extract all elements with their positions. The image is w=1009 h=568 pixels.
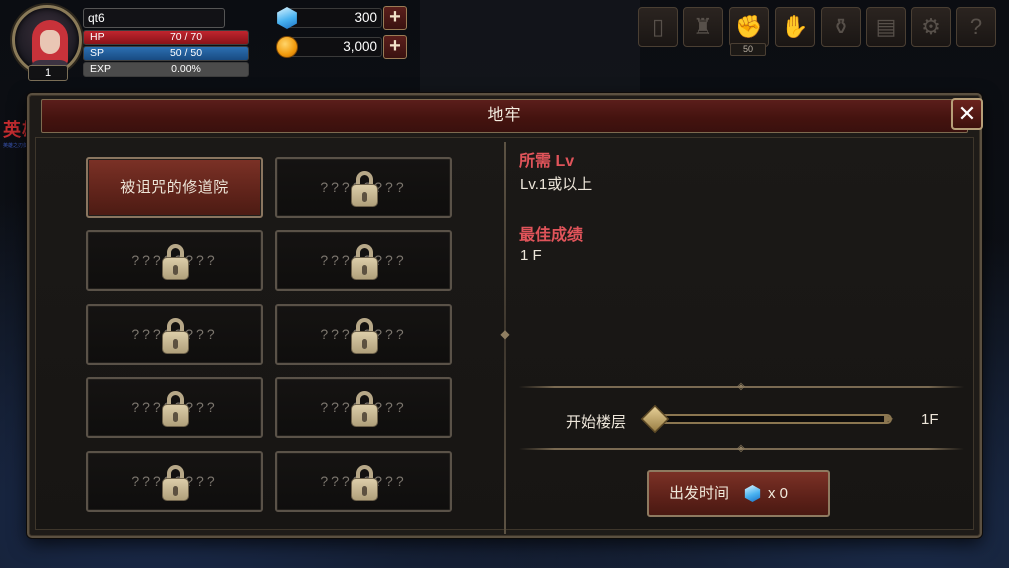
padlock-icon: [351, 244, 378, 280]
start-floor-label: 开始楼层: [566, 414, 627, 431]
gear-icon[interactable]: ⚙: [911, 7, 951, 47]
dungeon-slot-locked[interactable]: ????????: [275, 377, 452, 438]
dungeon-slot-locked[interactable]: ????????: [86, 304, 263, 365]
divider-ornament-icon: ◆: [500, 327, 510, 341]
padlock-icon: [351, 171, 378, 207]
player-level-badge: 1: [28, 65, 68, 81]
dungeon-slot-locked[interactable]: ????????: [275, 230, 452, 291]
gold-coin-icon: [276, 36, 298, 58]
hp-value: 70 / 70: [169, 31, 203, 43]
gem-icon: [744, 485, 761, 502]
dungeon-slot-locked[interactable]: ????????: [86, 230, 263, 291]
helmet-icon[interactable]: ♜: [683, 7, 723, 47]
start-floor-slider[interactable]: [656, 414, 892, 424]
sp-value: 50 / 50: [169, 47, 203, 59]
exp-bar: EXP 0.00%: [83, 62, 249, 77]
close-button[interactable]: ✕: [951, 98, 983, 130]
best-record-value: 1 F: [520, 247, 542, 264]
sp-bar: SP 50 / 50: [83, 46, 249, 61]
player-name: qt6: [83, 8, 225, 28]
gem-currency: 300 +: [276, 6, 408, 30]
avatar-face: [40, 30, 60, 54]
dungeon-slot-locked[interactable]: ????????: [86, 451, 263, 512]
required-level-heading: 所需 Lv: [519, 153, 575, 170]
dungeon-slot-locked[interactable]: ????????: [275, 157, 452, 218]
dialog-title: 地牢: [487, 107, 522, 124]
exp-value: 0.00%: [171, 63, 201, 75]
book-icon[interactable]: ▤: [866, 7, 906, 47]
hp-bar: HP 70 / 70: [83, 30, 249, 45]
gold-amount: 3,000: [286, 37, 382, 57]
padlock-icon: [351, 465, 378, 501]
padlock-icon: [351, 391, 378, 427]
dungeon-slot-locked[interactable]: ????????: [275, 451, 452, 512]
start-floor-value: 1F: [921, 411, 939, 428]
skill-icon[interactable]: ✊: [729, 7, 769, 47]
padlock-icon: [162, 244, 189, 280]
depart-label: 出发时间: [669, 485, 730, 502]
door-icon[interactable]: ▯: [638, 7, 678, 47]
rule-ornament-icon: ◈: [737, 443, 745, 454]
dialog-title-bar: 地牢: [41, 99, 968, 133]
rule-ornament-icon: ◈: [737, 381, 745, 392]
depart-cost: x 0: [768, 485, 789, 502]
required-level-value: Lv.1或以上: [520, 176, 593, 193]
dungeon-name: 被诅咒的修道院: [120, 179, 229, 196]
background-shelf: [420, 0, 640, 95]
potion-bag-icon[interactable]: ⚱: [821, 7, 861, 47]
add-gems-button[interactable]: +: [383, 6, 407, 30]
padlock-icon: [351, 318, 378, 354]
slider-end-arrow-icon: ▶: [884, 411, 894, 425]
add-gold-button[interactable]: +: [383, 35, 407, 59]
dungeon-slot-locked[interactable]: ????????: [86, 377, 263, 438]
padlock-icon: [162, 318, 189, 354]
padlock-icon: [162, 465, 189, 501]
padlock-icon: [162, 391, 189, 427]
gold-currency: 3,000 +: [276, 35, 408, 59]
side-logo-subtitle: 英雄之刃剑: [3, 143, 29, 149]
best-record-heading: 最佳成绩: [519, 227, 584, 244]
help-icon[interactable]: ?: [956, 7, 996, 47]
dungeon-slot[interactable]: 被诅咒的修道院: [86, 157, 263, 218]
fist-icon[interactable]: ✋: [775, 7, 815, 47]
dungeon-dialog: 地牢 ✕ 被诅咒的修道院????????????????????????????…: [27, 93, 983, 538]
skill-points-badge: 50: [730, 43, 766, 56]
gem-amount: 300: [286, 8, 382, 28]
depart-button[interactable]: 出发时间 x 0: [647, 470, 830, 517]
dungeon-slot-locked[interactable]: ????????: [275, 304, 452, 365]
